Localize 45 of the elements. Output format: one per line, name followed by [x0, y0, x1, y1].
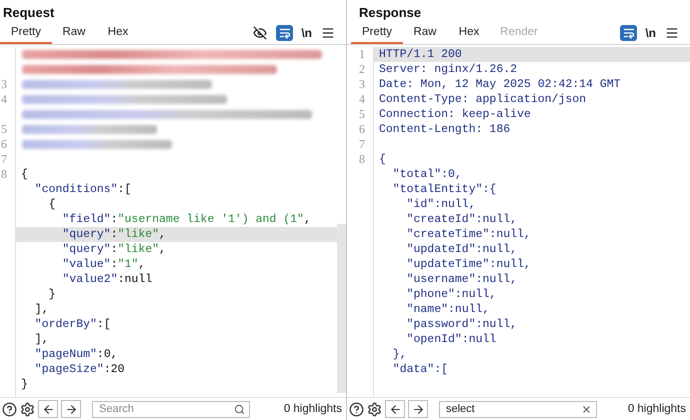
view-tab[interactable]: Raw — [52, 22, 96, 44]
previous-button[interactable] — [385, 400, 405, 418]
view-tab[interactable]: Hex — [96, 22, 140, 44]
help-icon[interactable] — [2, 402, 17, 416]
line-number: 8 — [1, 167, 7, 182]
line-number: 7 — [1, 152, 7, 167]
wrap-lines-button[interactable] — [276, 25, 294, 41]
view-tab[interactable]: Pretty — [351, 22, 403, 44]
line-number: 8 — [359, 152, 365, 167]
highlight-count: 0 highlights — [628, 403, 686, 415]
line-number: 6 — [359, 122, 365, 137]
settings-icon[interactable] — [20, 402, 35, 416]
newline-toggle[interactable]: \n — [645, 26, 656, 40]
highlight-count: 0 highlights — [284, 403, 342, 415]
right-arrow-icon — [64, 402, 78, 416]
view-tab[interactable]: Hex — [447, 22, 491, 44]
line-number: 4 — [1, 92, 7, 107]
right-arrow-icon — [412, 402, 424, 416]
scrollbar[interactable] — [337, 224, 346, 393]
left-arrow-icon — [42, 402, 54, 416]
line-number: 5 — [359, 107, 365, 122]
next-button[interactable] — [408, 400, 428, 418]
line-number: 7 — [359, 137, 365, 152]
line-number: 3 — [359, 77, 365, 92]
next-button[interactable] — [61, 400, 81, 418]
wrap-lines-button[interactable] — [620, 25, 638, 41]
line-number: 2 — [359, 62, 365, 77]
line-number: 5 — [1, 122, 7, 137]
left-arrow-icon — [388, 402, 402, 416]
search-field[interactable]: Search — [92, 400, 250, 418]
newline-toggle[interactable]: \n — [301, 26, 312, 40]
line-number: 4 — [359, 92, 365, 107]
help-icon[interactable] — [349, 402, 364, 416]
line-number: 1 — [359, 47, 365, 62]
eye-off-icon[interactable] — [252, 25, 268, 41]
line-number: 6 — [1, 137, 7, 152]
settings-icon[interactable] — [367, 402, 382, 416]
previous-button[interactable] — [38, 400, 58, 418]
panel-title: Request — [3, 5, 54, 22]
view-tab[interactable]: Pretty — [0, 22, 52, 44]
clear-icon[interactable] — [581, 404, 592, 414]
search-field[interactable]: select — [439, 400, 597, 418]
line-number: 3 — [1, 77, 7, 92]
view-tab[interactable]: Raw — [403, 22, 447, 44]
panel-title: Response — [359, 5, 422, 22]
